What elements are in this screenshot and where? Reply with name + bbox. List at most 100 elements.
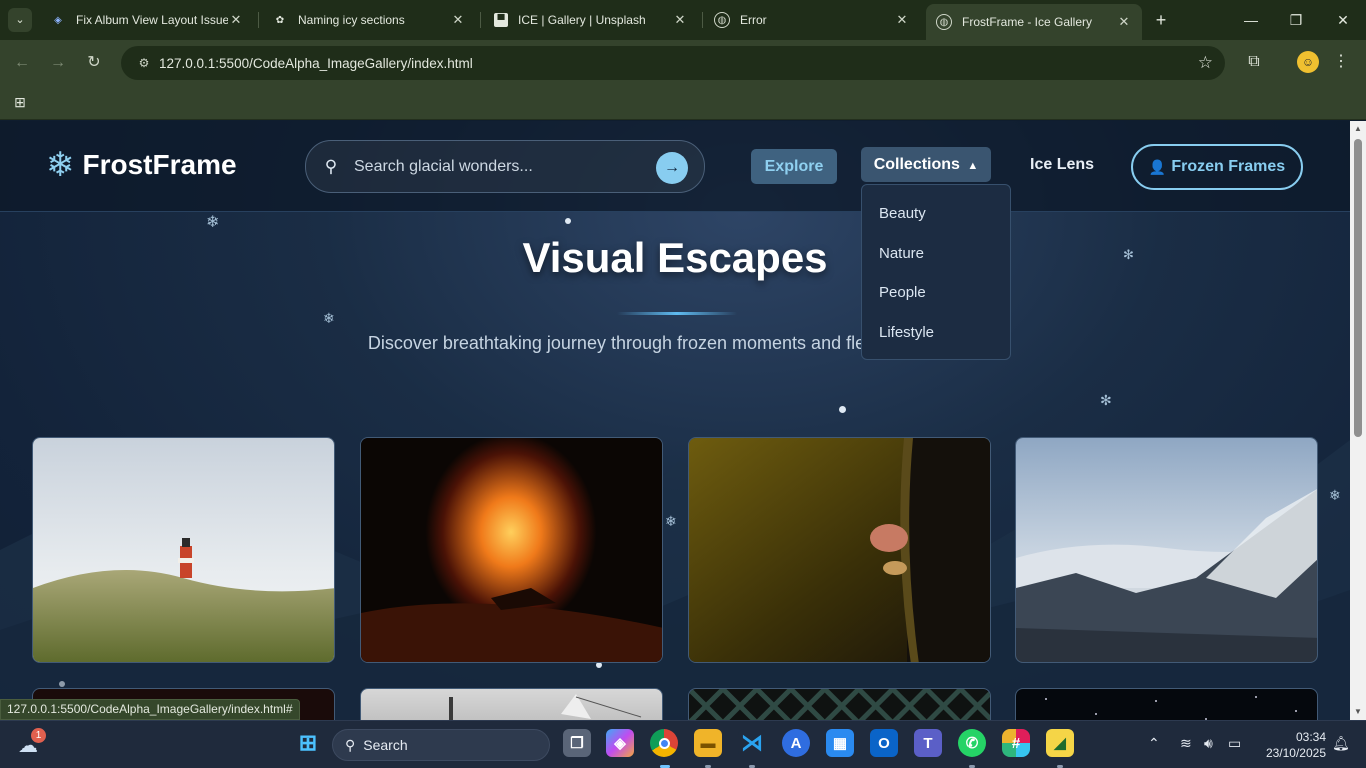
snowflake-icon: ✻ [1100,392,1112,408]
chevron-up-icon: ▲ [967,160,979,172]
tab-frostframe[interactable]: ◍ FrostFrame - Ice Gallery ✕ [926,4,1142,40]
webpage: ❄ ❄ ✻ ✻ ❄ ❄ ❄ FrostFrame ⚲ → Explore Col… [0,121,1350,720]
user-icon: 👤 [1148,158,1167,175]
new-tab-plus-icon[interactable]: + [1151,8,1171,32]
browser-toolbar: ← → ↻ ⚙ 127.0.0.1:5500/CodeAlpha_ImageGa… [0,40,1366,86]
search-bar: ⚲ → [305,140,705,193]
collection-item-people[interactable]: People [879,284,926,301]
snowflake-logo-icon: ❄ [46,146,75,184]
address-url[interactable]: 127.0.0.1:5500/CodeAlpha_ImageGallery/in… [159,56,473,71]
nav-collections[interactable]: Collections ▲ [861,147,991,182]
file-explorer-icon[interactable]: ▬ [694,729,722,757]
frozen-frames-label: Frozen Frames [1171,158,1286,175]
nav-ice-lens[interactable]: Ice Lens [1030,156,1094,174]
gallery-card-mushroom[interactable] [688,437,991,663]
hero-title: Visual Escapes [522,234,828,281]
apps-grid-icon[interactable]: ⊞ [10,92,30,112]
vscode-icon[interactable]: ⋊ [738,729,766,757]
more-menu-icon[interactable]: ⋮ [1333,51,1349,75]
outlook-icon[interactable]: O [870,729,898,757]
gallery-card-volcano[interactable] [360,437,663,663]
gallery-card-lattice[interactable] [688,688,991,720]
boat-image [449,694,642,720]
scrollbar-thumb[interactable] [1354,139,1362,437]
close-tab-icon[interactable]: ✕ [1116,14,1132,30]
page-scrollbar[interactable]: ▲ ▼ [1350,121,1366,720]
wifi-icon[interactable]: ≋ [1180,735,1192,752]
windows-start-icon[interactable]: ⊞ [294,729,322,757]
bookmarks-bar: ⊞ [0,86,1366,120]
copilot-icon[interactable]: ◈ [606,729,634,757]
profile-avatar-icon[interactable]: ☺ [1297,51,1319,73]
clock-time: 03:34 [1295,730,1326,744]
slack-icon[interactable]: # [1002,729,1030,757]
site-logo[interactable]: ❄ FrostFrame [46,148,237,182]
nav-explore[interactable]: Explore [751,149,837,184]
scroll-up-arrow-icon[interactable]: ▲ [1354,125,1362,133]
minimize-icon[interactable]: — [1236,8,1266,32]
volume-icon[interactable]: 🔊︎ [1204,735,1213,752]
chrome-icon[interactable] [650,729,678,757]
reload-icon[interactable]: ↻ [82,51,106,75]
notifications-bell-icon[interactable]: 🔔︎ [1332,735,1350,752]
link-status-bubble: 127.0.0.1:5500/CodeAlpha_ImageGallery/in… [0,699,300,720]
close-tab-icon[interactable]: ✕ [894,12,910,28]
tab-title: Error [740,13,767,27]
lighthouse-image [33,438,334,662]
lava-image [361,438,662,662]
tab-search-chevron-icon[interactable]: ⌄ [8,8,32,32]
snow-dot [565,218,571,224]
frozen-frames-button[interactable]: 👤 Frozen Frames [1131,144,1303,190]
extensions-puzzle-icon[interactable]: ⧉ [1243,51,1265,73]
tab-separator [480,12,481,28]
restore-icon[interactable]: ❐ [1281,8,1311,32]
tab-title: ICE | Gallery | Unsplash [518,13,646,27]
gallery-card-stars[interactable] [1015,688,1318,720]
site-info-icon[interactable]: ⚙ [135,54,153,72]
tray-chevron-up-icon[interactable]: ⌃ [1148,735,1160,752]
search-input[interactable] [354,157,644,176]
search-icon: ⚲ [324,156,338,176]
brand-name: FrostFrame [82,149,237,180]
microsoft-store-icon[interactable]: ▦ [826,729,854,757]
search-submit-arrow-icon[interactable]: → [656,152,688,184]
close-tab-icon[interactable]: ✕ [450,12,466,28]
forward-arrow-icon[interactable]: → [46,51,70,75]
system-clock[interactable]: 03:34 23/10/2025 [1258,729,1326,761]
chatgpt-icon: ✿ [275,14,285,26]
hero-divider [617,312,737,315]
battery-icon[interactable]: ▭ [1228,735,1241,752]
snow-dot [839,406,846,413]
tab-title: Naming icy sections [298,13,405,27]
close-window-icon[interactable]: ✕ [1328,8,1358,32]
collection-item-beauty[interactable]: Beauty [879,205,926,222]
gallery-card-lighthouse[interactable] [32,437,335,663]
unsplash-icon: ▀ [494,13,508,27]
bookmark-star-icon[interactable]: ☆ [1198,53,1213,73]
collection-item-nature[interactable]: Nature [879,245,924,262]
close-tab-icon[interactable]: ✕ [672,12,688,28]
notification-badge: 1 [31,728,46,743]
address-bar[interactable]: ⚙ 127.0.0.1:5500/CodeAlpha_ImageGallery/… [121,46,1225,80]
tab-error[interactable]: ◍ Error ✕ [704,6,920,34]
scroll-down-arrow-icon[interactable]: ▼ [1354,708,1362,716]
collection-item-lifestyle[interactable]: Lifestyle [879,324,934,341]
whatsapp-icon[interactable]: ✆ [958,729,986,757]
app-store-icon[interactable]: A [782,729,810,757]
snowflake-icon: ❄ [323,310,335,326]
sticky-notes-icon[interactable]: ◢ [1046,729,1074,757]
tab-unsplash[interactable]: ▀ ICE | Gallery | Unsplash ✕ [484,6,698,34]
snowflake-icon: ❄ [206,214,220,231]
gallery-card-mountains[interactable] [1015,437,1318,663]
back-arrow-icon[interactable]: ← [10,51,34,75]
tab-naming-icy-sections[interactable]: ✿ Naming icy sections ✕ [262,6,476,34]
tab-fix-album-view[interactable]: ◈ Fix Album View Layout Issue ✕ [40,6,254,34]
gallery-card-boat[interactable] [360,688,663,720]
taskbar-search[interactable]: ⚲ Search [332,729,550,761]
task-view-icon[interactable]: ❐ [563,729,591,757]
snowflake-icon: ❄ [665,513,677,529]
teams-icon[interactable]: T [914,729,942,757]
taskbar-search-label: Search [363,737,408,753]
close-tab-icon[interactable]: ✕ [228,12,244,28]
collections-dropdown: Beauty Nature People Lifestyle [861,184,1011,360]
